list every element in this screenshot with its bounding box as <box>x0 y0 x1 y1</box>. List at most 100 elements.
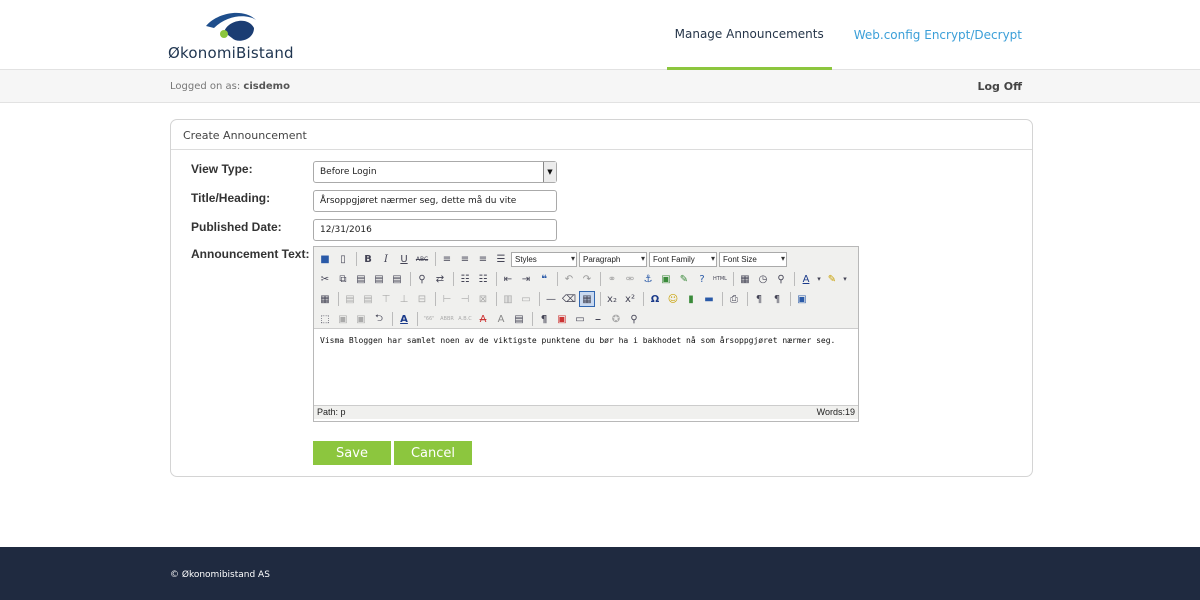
create-announcement-panel: Create Announcement View Type: Before Lo… <box>170 119 1033 477</box>
font-size-select[interactable]: Font Size <box>719 251 787 267</box>
outdent-icon[interactable]: ⇤ <box>500 271 516 287</box>
absolute-icon[interactable]: ⮌ <box>371 311 387 327</box>
format-select[interactable]: Paragraph <box>579 251 647 267</box>
bullet-list-icon[interactable]: ☷ <box>457 271 473 287</box>
anchor-icon[interactable]: ⚓ <box>640 271 656 287</box>
advhr-icon[interactable]: ▬ <box>701 291 717 307</box>
special-char-icon[interactable]: Ω <box>647 291 663 307</box>
move-backward-icon[interactable]: ▣ <box>353 311 369 327</box>
redo-icon[interactable]: ↷ <box>579 271 595 287</box>
table-insert-icon[interactable]: ▦ <box>317 291 333 307</box>
logo[interactable]: ØkonomiBistand <box>168 10 308 65</box>
col-after-icon[interactable]: ⊣ <box>457 291 473 307</box>
attribs-icon[interactable]: ▤ <box>511 311 527 327</box>
template-icon[interactable]: ▭ <box>572 311 588 327</box>
text-color-icon[interactable]: A <box>798 271 814 287</box>
cell-props-icon[interactable]: ▤ <box>360 291 376 307</box>
cut-icon[interactable]: ✂ <box>317 271 333 287</box>
col-before-icon[interactable]: ⊢ <box>439 291 455 307</box>
row-before-icon[interactable]: ⊤ <box>378 291 394 307</box>
logo-text: ØkonomiBistand <box>168 44 294 62</box>
copy-icon[interactable]: ⧉ <box>335 271 351 287</box>
chevron-down-icon[interactable]: ▾ <box>842 271 848 287</box>
ins-icon[interactable]: A <box>493 311 509 327</box>
new-document-icon[interactable]: ▯ <box>335 251 351 267</box>
italic-icon[interactable]: I <box>378 251 394 267</box>
unlink-icon[interactable]: ⚮ <box>622 271 638 287</box>
published-date-input[interactable]: 12/31/2016 <box>313 219 557 241</box>
cleanup-icon[interactable]: ✎ <box>676 271 692 287</box>
background-color-icon[interactable]: ✎ <box>824 271 840 287</box>
fullscreen-icon[interactable]: ▣ <box>794 291 810 307</box>
ltr-icon[interactable]: ¶ <box>751 291 767 307</box>
chevron-down-icon[interactable]: ▼ <box>543 162 556 182</box>
abbr-icon[interactable]: ABBR <box>439 311 455 327</box>
merge-cells-icon[interactable]: ▭ <box>518 291 534 307</box>
toolbar-separator <box>747 292 748 306</box>
row-after-icon[interactable]: ⊥ <box>396 291 412 307</box>
delete-col-icon[interactable]: ⊠ <box>475 291 491 307</box>
save-icon[interactable]: ■ <box>317 251 333 267</box>
save-button[interactable]: Save <box>313 441 391 465</box>
subscript-icon[interactable]: x₂ <box>604 291 620 307</box>
align-center-icon[interactable]: ≡ <box>457 251 473 267</box>
acronym-icon[interactable]: A.B.C <box>457 311 473 327</box>
show-blocks-icon[interactable]: ¶ <box>536 311 552 327</box>
remove-format-icon[interactable]: ⌫ <box>561 291 577 307</box>
restore-draft-icon[interactable]: ✪ <box>608 311 624 327</box>
cite-icon[interactable]: "66" <box>421 311 437 327</box>
html-icon[interactable]: HTML <box>712 271 728 287</box>
visual-aid-icon[interactable]: ▦ <box>579 291 595 307</box>
styles-select[interactable]: Styles <box>511 251 577 267</box>
paste-word-icon[interactable]: ▤ <box>389 271 405 287</box>
insert-date-icon[interactable]: ▦ <box>737 271 753 287</box>
pagebreak-icon[interactable]: ⎯ <box>590 311 606 327</box>
bold-icon[interactable]: B <box>360 251 376 267</box>
strikethrough-icon[interactable]: ABC <box>414 251 430 267</box>
emoticon-icon[interactable]: ☺ <box>665 291 681 307</box>
print-icon[interactable]: ⎙ <box>726 291 742 307</box>
help-icon[interactable]: ? <box>694 271 710 287</box>
paste-text-icon[interactable]: ▤ <box>371 271 387 287</box>
move-forward-icon[interactable]: ▣ <box>335 311 351 327</box>
font-family-select[interactable]: Font Family <box>649 251 717 267</box>
title-input[interactable]: Årsoppgjøret nærmer seg, dette må du vit… <box>313 190 557 212</box>
replace-icon[interactable]: ⇄ <box>432 271 448 287</box>
blockquote-icon[interactable]: ❝ <box>536 271 552 287</box>
logged-on-text: Logged on as: cisdemo <box>170 81 290 92</box>
editor-path: Path: p <box>317 407 346 417</box>
nonbreaking-icon[interactable]: ▣ <box>554 311 570 327</box>
rtl-icon[interactable]: ¶ <box>769 291 785 307</box>
nav-webconfig-encrypt[interactable]: Web.config Encrypt/Decrypt <box>846 0 1030 70</box>
nav-manage-announcements[interactable]: Manage Announcements <box>666 0 832 70</box>
media-icon[interactable]: ▮ <box>683 291 699 307</box>
username: cisdemo <box>243 81 290 92</box>
preview-page-icon[interactable]: ⚲ <box>626 311 642 327</box>
delete-row-icon[interactable]: ⊟ <box>414 291 430 307</box>
horizontal-rule-icon[interactable]: — <box>543 291 559 307</box>
indent-icon[interactable]: ⇥ <box>518 271 534 287</box>
styleprops-icon[interactable]: A <box>396 311 412 327</box>
image-icon[interactable]: ▣ <box>658 271 674 287</box>
cancel-button[interactable]: Cancel <box>394 441 472 465</box>
preview-icon[interactable]: ⚲ <box>773 271 789 287</box>
editor-content[interactable]: Visma Bloggen har samlet noen av de vikt… <box>314 329 858 405</box>
paste-icon[interactable]: ▤ <box>353 271 369 287</box>
underline-icon[interactable]: U <box>396 251 412 267</box>
insert-layer-icon[interactable]: ⬚ <box>317 311 333 327</box>
view-type-select[interactable]: Before Login ▼ <box>313 161 557 183</box>
link-icon[interactable]: ⚭ <box>604 271 620 287</box>
chevron-down-icon[interactable]: ▾ <box>816 271 822 287</box>
row-props-icon[interactable]: ▤ <box>342 291 358 307</box>
find-icon[interactable]: ⚲ <box>414 271 430 287</box>
split-cells-icon[interactable]: ▥ <box>500 291 516 307</box>
superscript-icon[interactable]: x² <box>622 291 638 307</box>
align-justify-icon[interactable]: ☰ <box>493 251 509 267</box>
align-right-icon[interactable]: ≡ <box>475 251 491 267</box>
align-left-icon[interactable]: ≡ <box>439 251 455 267</box>
insert-time-icon[interactable]: ◷ <box>755 271 771 287</box>
del-icon[interactable]: A <box>475 311 491 327</box>
log-off-link[interactable]: Log Off <box>977 80 1022 93</box>
undo-icon[interactable]: ↶ <box>561 271 577 287</box>
numbered-list-icon[interactable]: ☷ <box>475 271 491 287</box>
